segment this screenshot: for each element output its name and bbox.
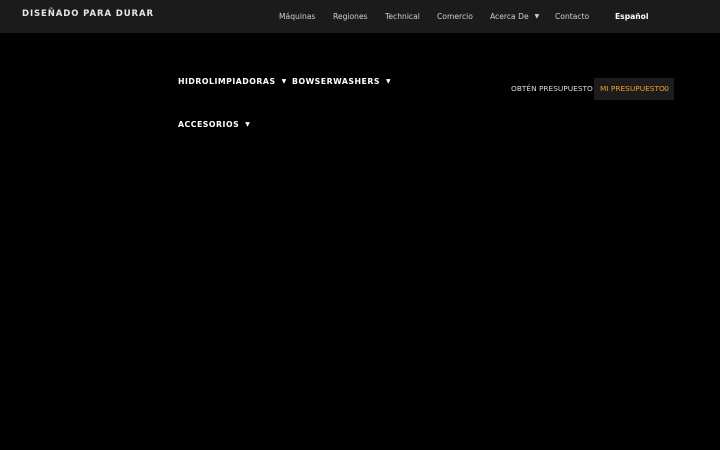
top-nav-contacto[interactable]: Contacto — [555, 12, 589, 21]
chevron-down-icon: ▼ — [281, 78, 287, 85]
top-nav-label: Regiones — [333, 12, 368, 21]
main-nav-label: HIDROLIMPIADORAS — [178, 77, 276, 86]
main-nav-bowserwashers[interactable]: BOWSERWASHERS ▼ — [292, 77, 391, 86]
chevron-down-icon: ▼ — [386, 78, 392, 85]
page: DISEÑADO PARA DURAR Máquinas Regiones Te… — [0, 0, 720, 450]
my-quote-label: MI PRESUPUESTO — [600, 84, 665, 93]
top-nav-label: Acerca De — [490, 12, 529, 21]
quote-count-badge: 0 — [664, 84, 669, 93]
language-selector[interactable]: Español — [615, 12, 649, 21]
top-nav-maquinas[interactable]: Máquinas — [279, 12, 315, 21]
top-bar: DISEÑADO PARA DURAR Máquinas Regiones Te… — [0, 0, 720, 33]
get-quote-link[interactable]: OBTÉN PRESUPUESTO — [511, 84, 593, 93]
top-nav-regiones[interactable]: Regiones — [333, 12, 368, 21]
top-nav: Máquinas Regiones Technical Comercio Ace… — [0, 12, 720, 24]
my-quote-button[interactable]: MI PRESUPUESTO 0 — [594, 78, 674, 100]
top-nav-label: Máquinas — [279, 12, 316, 21]
top-nav-acerca-de[interactable]: Acerca De ▼ — [490, 12, 539, 21]
chevron-down-icon: ▼ — [245, 121, 251, 128]
main-nav-hidrolimpiadoras[interactable]: HIDROLIMPIADORAS ▼ — [178, 77, 287, 86]
main-nav-label: ACCESORIOS — [178, 120, 240, 129]
top-nav-label: Technical — [385, 12, 420, 21]
main-nav-accesorios[interactable]: ACCESORIOS ▼ — [178, 120, 250, 129]
top-nav-label: Comercio — [437, 12, 473, 21]
top-nav-comercio[interactable]: Comercio — [437, 12, 473, 21]
top-nav-label: Contacto — [555, 12, 590, 21]
top-nav-technical[interactable]: Technical — [385, 12, 420, 21]
main-nav-label: BOWSERWASHERS — [292, 77, 380, 86]
chevron-down-icon: ▼ — [534, 13, 540, 20]
